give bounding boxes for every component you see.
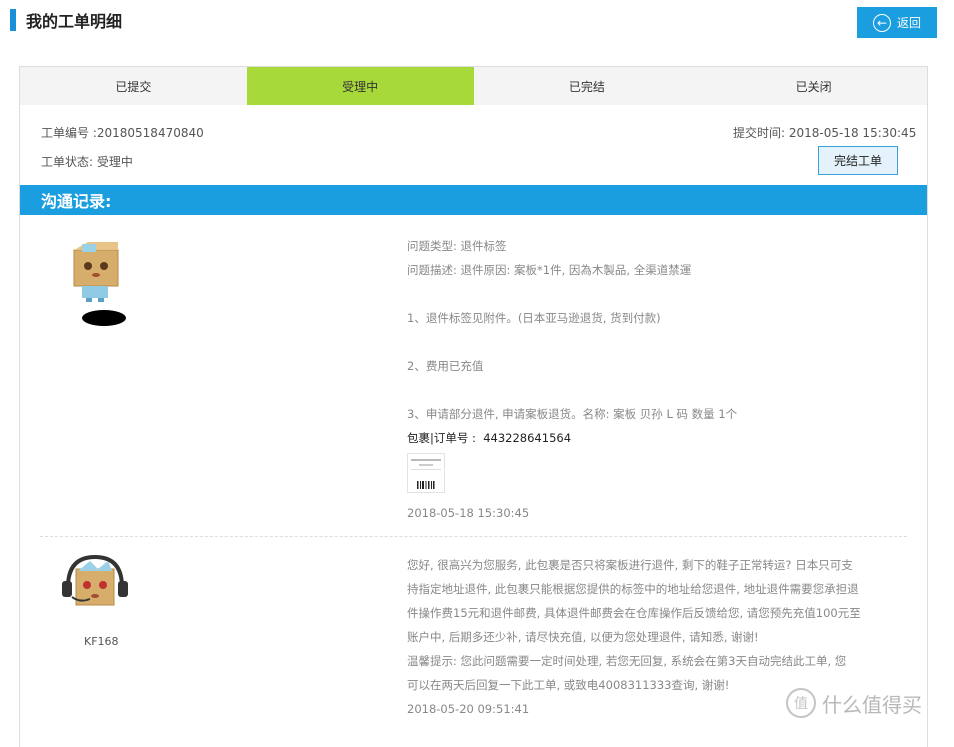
tab-closed[interactable]: 已关闭 — [700, 67, 927, 105]
message-1-line — [407, 330, 737, 354]
message-2-line: 温馨提示: 您此问题需要一定时间处理, 若您无回复, 系统会在第3天自动完结此工… — [407, 654, 847, 668]
message-1-body: 问题类型: 退件标签 问题描述: 退件原因: 案板*1件, 因為木製品, 全渠道… — [407, 234, 737, 450]
message-divider — [40, 536, 907, 537]
site-watermark: 值 什么值得买 — [786, 688, 922, 718]
submit-time-value: 2018-05-18 15:30:45 — [788, 126, 917, 140]
message-2-line: 您好, 很高兴为您服务, 此包裹是否只将案板进行退件, 剩下的鞋子正常转运? 日… — [407, 558, 853, 572]
message-1-time: 2018-05-18 15:30:45 — [407, 506, 530, 520]
parcel-number: 包裹|订单号 : 443228641564 — [407, 426, 737, 450]
back-arrow-icon: ← — [872, 13, 891, 32]
submit-time: 提交时间: 2018-05-18 15:30:45 — [733, 124, 916, 141]
message-2-line: 件操作费15元和退件邮费, 具体退件邮费会在仓库操作后反馈给您, 请您预先充值1… — [407, 606, 861, 620]
ticket-status: 工单状态: 受理中 — [41, 153, 133, 170]
finish-ticket-button[interactable]: 完结工单 — [818, 146, 898, 175]
ticket-status-label: 工单状态: — [41, 155, 94, 169]
redacted-username — [82, 310, 126, 326]
message-1-line: 问题描述: 退件原因: 案板*1件, 因為木製品, 全渠道禁運 — [407, 263, 692, 277]
ticket-number-label: 工单编号 : — [41, 126, 97, 140]
ticket-status-value: 受理中 — [96, 155, 133, 169]
page-header: 我的工单明细 — [10, 9, 122, 31]
message-1-line — [407, 378, 737, 402]
submit-time-label: 提交时间: — [733, 126, 786, 140]
message-1-line: 3、申请部分退件, 申请案板退货。名称: 案板 贝孙 L 码 数量 1个 — [407, 407, 738, 421]
message-2-line: 账户中, 后期多还少补, 请尽快充值, 以便为您处理退件, 请知悉, 谢谢! — [407, 630, 759, 644]
tab-submitted[interactable]: 已提交 — [20, 67, 247, 105]
ticket-number: 工单编号 :20180518470840 — [41, 124, 204, 141]
ticket-number-value: 20180518470840 — [96, 126, 204, 140]
customer-avatar — [68, 240, 126, 305]
back-button[interactable]: ← 返回 — [857, 7, 937, 38]
ticket-panel: 已提交 受理中 已完结 已关闭 工单编号 :20180518470840 工单状… — [19, 66, 928, 747]
message-1-line: 2、费用已充值 — [407, 359, 484, 373]
communication-header: 沟通记录: — [20, 185, 927, 215]
message-1-line: 1、退件标签见附件。(日本亚马逊退货, 货到付款) — [407, 311, 661, 325]
message-1-line: 问题类型: 退件标签 — [407, 239, 507, 253]
watermark-logo-icon: 值 — [786, 688, 816, 718]
title-accent — [10, 9, 16, 31]
support-agent-name: KF168 — [84, 635, 119, 648]
tab-completed[interactable]: 已完结 — [474, 67, 701, 105]
parcel-number-value: 443228641564 — [483, 431, 572, 445]
message-1-line — [407, 282, 737, 306]
parcel-number-label: 包裹|订单号 : — [407, 431, 476, 445]
status-tabs: 已提交 受理中 已完结 已关闭 — [20, 67, 927, 105]
tab-processing[interactable]: 受理中 — [246, 67, 474, 105]
back-button-label: 返回 — [896, 16, 921, 30]
message-2-line: 持指定地址退件, 此包裹只能根据您提供的标签中的地址给您退件, 地址退件需要您承… — [407, 582, 859, 596]
support-agent-avatar — [60, 553, 130, 622]
watermark-text: 什么值得买 — [822, 692, 922, 717]
page-title: 我的工单明细 — [26, 12, 123, 31]
label-attachment-thumbnail[interactable] — [407, 453, 445, 496]
